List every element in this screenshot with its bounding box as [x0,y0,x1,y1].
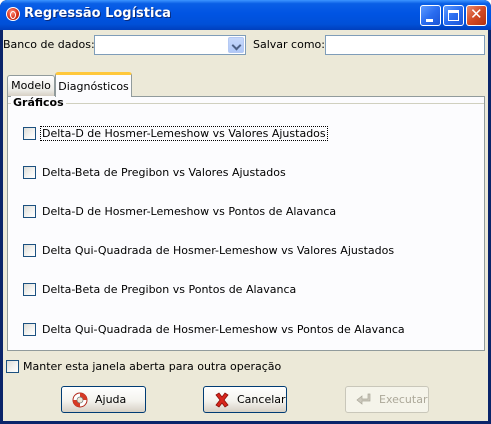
dialog-body: Banco de dados: Salvar como: Modelo Diag… [3,30,488,421]
cancel-x-icon [215,392,229,408]
database-label: Banco de dados: [3,38,95,51]
close-button[interactable]: ✕ [466,5,487,26]
tab-modelo[interactable]: Modelo [7,75,55,96]
dialog-window: Regressão Logística ✕ Banco de dados: Sa… [0,0,491,424]
option-label: Delta-D de Hosmer-Lemeshow vs Valores Aj… [40,126,328,141]
window-title: Regressão Logística [24,6,171,21]
execute-label: Executar [379,393,428,406]
title-bar[interactable]: Regressão Logística ✕ [0,0,491,30]
save-as-input[interactable] [325,35,485,55]
option-label: Delta-Beta de Pregibon vs Pontos de Alav… [42,283,297,296]
close-icon: ✕ [470,5,483,23]
checkbox[interactable] [23,127,36,140]
checkbox[interactable] [23,283,36,296]
enter-arrow-icon [356,393,371,405]
checkbox[interactable] [23,166,36,179]
help-button[interactable]: Ajuda [61,386,146,413]
keep-open-label: Manter esta janela aberta para outra ope… [23,360,282,373]
option-label: Delta-Beta de Pregibon vs Valores Ajusta… [42,166,286,179]
diagnostics-panel: Gráficos Delta-D de Hosmer-Lemeshow vs V… [7,96,485,351]
help-label: Ajuda [95,393,127,406]
option-label: Delta Qui-Quadrada de Hosmer-Lemeshow vs… [42,323,405,336]
lifebuoy-icon [72,392,88,408]
cancel-button[interactable]: Cancelar [203,386,287,413]
maximize-button[interactable] [443,5,464,26]
checkbox[interactable] [6,360,19,373]
cancel-label: Cancelar [237,393,286,406]
minimize-button[interactable] [420,5,441,26]
tab-diagnosticos[interactable]: Diagnósticos [55,72,132,97]
option-label: Delta Qui-Quadrada de Hosmer-Lemeshow vs… [42,244,395,257]
app-icon[interactable] [6,7,20,21]
graphics-group: Gráficos Delta-D de Hosmer-Lemeshow vs V… [8,96,484,350]
chevron-down-icon[interactable] [228,37,244,53]
database-select[interactable] [94,35,246,55]
execute-button[interactable]: Executar [345,386,429,413]
checkbox[interactable] [23,244,36,257]
checkbox[interactable] [23,323,36,336]
option-label: Delta-D de Hosmer-Lemeshow vs Pontos de … [42,205,337,218]
minimize-icon [426,19,433,22]
save-as-label: Salvar como: [253,38,325,51]
maximize-icon [448,10,459,21]
checkbox[interactable] [23,205,36,218]
